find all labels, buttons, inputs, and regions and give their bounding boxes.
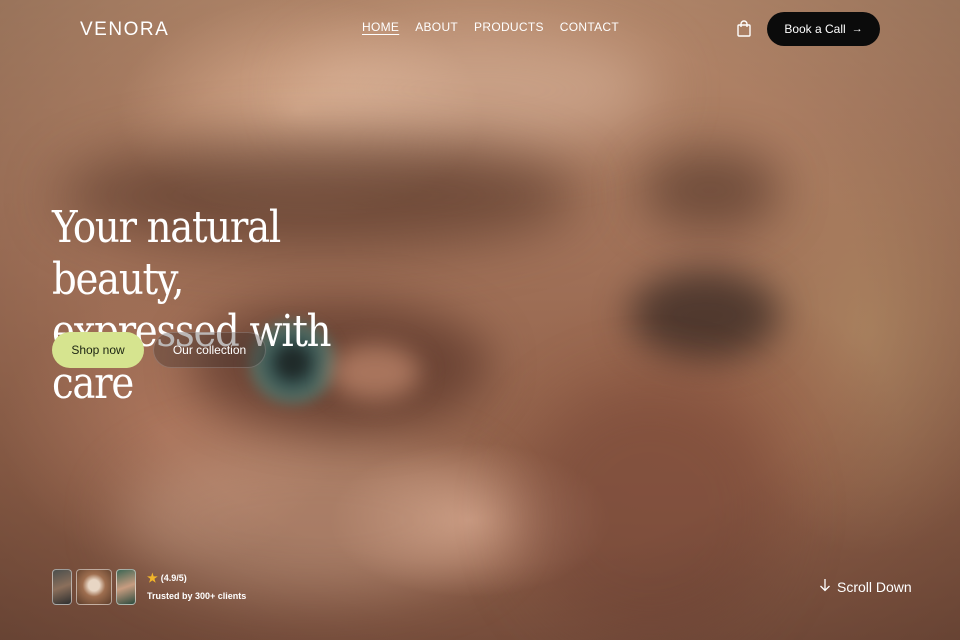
star-icon: ★ [147,571,158,585]
client-avatars [52,569,136,605]
rating: ★ (4.9/5) [147,571,187,585]
main-nav: HOME ABOUT PRODUCTS CONTACT [362,20,619,34]
our-collection-button[interactable]: Our collection [153,332,266,368]
nav-item-products[interactable]: PRODUCTS [474,20,544,34]
site-header: VENORA HOME ABOUT PRODUCTS CONTACT Book … [0,0,960,60]
arrow-right-icon: → [851,23,863,35]
avatar [52,569,72,605]
arrow-down-icon [819,578,831,595]
avatar [76,569,112,605]
trusted-text: Trusted by 300+ clients [147,591,247,601]
rating-value: (4.9/5) [160,573,187,583]
scroll-down-label: Scroll Down [837,578,912,595]
nav-item-home[interactable]: HOME [362,20,399,34]
scroll-down-link[interactable]: Scroll Down [819,578,912,595]
book-a-call-button[interactable]: Book a Call → [767,12,880,46]
avatar [116,569,136,605]
nav-item-contact[interactable]: CONTACT [560,20,619,34]
book-a-call-label: Book a Call [784,22,846,36]
hero-headline: Your natural beauty, expressed with care [52,202,422,410]
shopping-bag-icon[interactable] [736,20,752,38]
hero-headline-line-1: Your natural beauty, [52,202,281,305]
shop-now-button[interactable]: Shop now [52,332,144,368]
nav-item-about[interactable]: ABOUT [415,20,458,34]
brand-logo[interactable]: VENORA [80,19,169,41]
